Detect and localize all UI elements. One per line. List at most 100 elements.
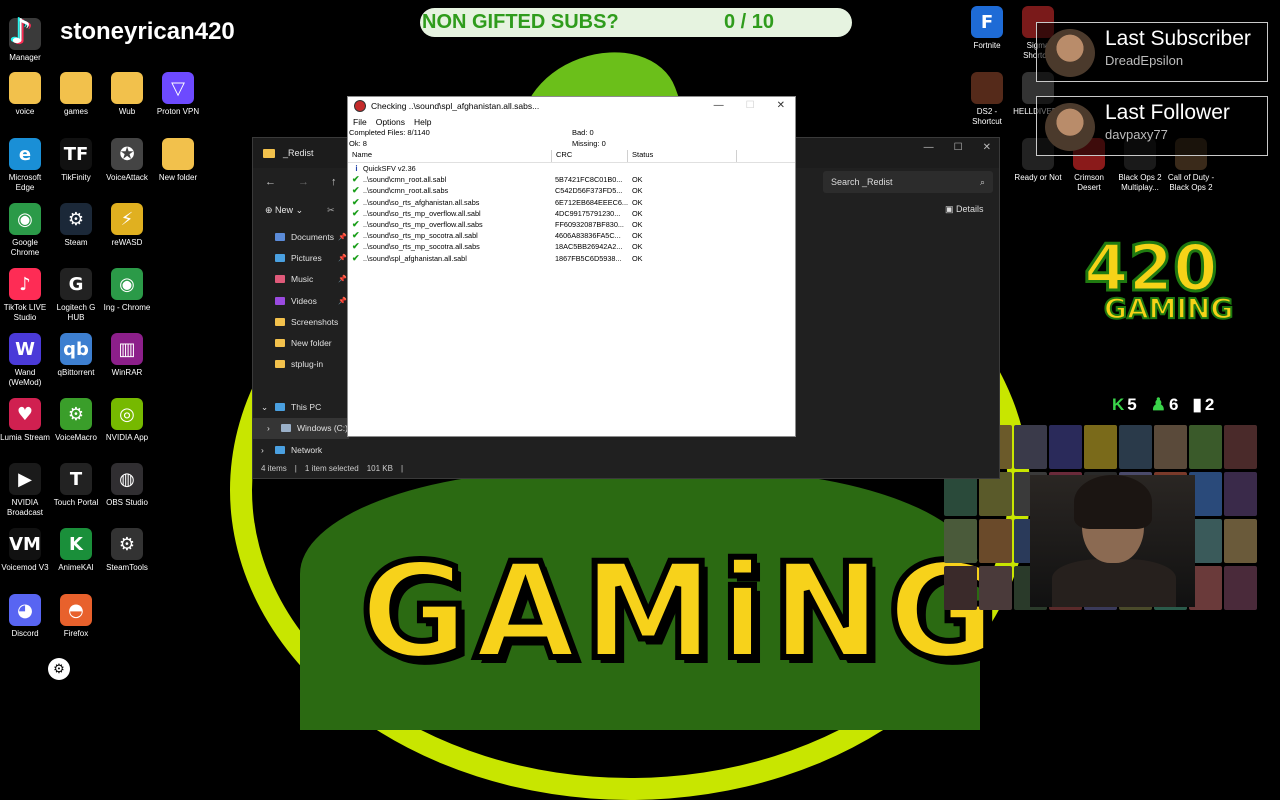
result-row[interactable]: ✔ ..\sound\so_rts_mp_socotra.all.sabl 4606… — [348, 230, 795, 241]
pin-icon: 📌 — [338, 276, 347, 284]
nav-item-videos[interactable]: Videos 📌 — [253, 290, 349, 311]
nav-item-music[interactable]: Music 📌 — [253, 269, 349, 290]
result-row[interactable]: ✔ ..\sound\so_rts_mp_overflow.all.sabl 4DC… — [348, 208, 795, 219]
shortcut-label: New folder — [158, 173, 198, 182]
up-icon[interactable]: ↑ — [331, 176, 337, 188]
desktop-right-shortcut[interactable]: DS2 - Shortcut — [962, 72, 1012, 127]
result-row[interactable]: ✔ ..\sound\so_rts_mp_overflow.all.sabs FF6… — [348, 219, 795, 230]
last-follower-name: davpaxy77 — [1105, 127, 1168, 142]
maximize-button[interactable]: ☐ — [954, 142, 963, 153]
chevron-icon[interactable]: › — [261, 445, 264, 455]
close-button[interactable]: ✕ — [983, 142, 991, 153]
desktop-left-shortcut[interactable]: ⚙ SteamTools — [102, 528, 152, 573]
desktop-left-shortcut[interactable]: ⚙ VoiceMacro — [51, 398, 101, 443]
status-bar: 4 items | 1 item selected 101 KB | — [261, 464, 403, 473]
steam-tray-icon[interactable]: ⚙ — [48, 658, 70, 680]
desktop-left-shortcut[interactable]: T Touch Portal — [51, 463, 101, 508]
desktop-left-shortcut[interactable]: games — [51, 72, 101, 117]
nav-item-windows-c[interactable]: › Windows (C:) — [253, 417, 349, 439]
rewasd-icon: ⚡ — [111, 203, 143, 235]
desktop-left-shortcut[interactable]: ♥ Lumia Stream — [0, 398, 50, 443]
result-row[interactable]: ✔ ..\sound\so_rts_afghanistan.all.sabs 6E7… — [348, 197, 795, 208]
back-icon[interactable]: ← — [265, 176, 276, 188]
desktop-left-shortcut[interactable]: ◍ OBS Studio — [102, 463, 152, 508]
check-icon: ✔ — [352, 252, 360, 263]
nav-item-this-pc[interactable]: ⌄ This PC — [253, 396, 349, 417]
nav-item-screenshots[interactable]: Screenshots — [253, 311, 349, 332]
result-row[interactable]: ✔ ..\sound\spl_afghanistan.all.sabl 1867FB… — [348, 253, 795, 264]
desktop-left-shortcut[interactable]: ⚡ reWASD — [102, 203, 152, 248]
crc-value: 6E712EB684EEEC6... — [555, 197, 628, 207]
shortcut-label: DS2 - Shortcut — [972, 107, 1002, 126]
column-crc[interactable]: CRC — [552, 150, 628, 162]
folder-icon — [9, 72, 41, 104]
details-button[interactable]: ▣ Details — [945, 204, 984, 215]
desktop-left-shortcut[interactable]: ▽ Proton VPN — [153, 72, 203, 117]
desktop-left-shortcut[interactable]: qb qBittorrent — [51, 333, 101, 378]
shortcut-label: VoiceAttack — [106, 173, 148, 182]
new-button[interactable]: ⊕ New ⌄ — [265, 205, 303, 216]
desktop-left-shortcut[interactable]: K AnimeKAI — [51, 528, 101, 573]
desktop-left-shortcut[interactable]: New folder — [153, 138, 203, 183]
folder-icon — [275, 317, 285, 326]
menu-options[interactable]: Options — [376, 117, 405, 127]
menu-help[interactable]: Help — [414, 117, 431, 127]
version-row[interactable]: i QuickSFV v2.36 — [348, 163, 795, 174]
shortcut-label: reWASD — [111, 238, 143, 247]
divider: | — [400, 464, 404, 473]
maximize-button[interactable]: ☐ — [746, 100, 755, 111]
desktop-left-shortcut[interactable]: voice — [0, 72, 50, 117]
pin-icon: 📌 — [338, 233, 347, 241]
file-name: ..\sound\spl_afghanistan.all.sabl — [363, 253, 467, 263]
network-icon — [275, 445, 285, 454]
desktop-left-shortcut[interactable]: ◎ NVIDIA App — [102, 398, 152, 443]
quicksfv-title: Checking ..\sound\spl_afghanistan.all.sa… — [371, 101, 540, 111]
crc-value: FF60932087BF830... — [555, 220, 624, 230]
column-name[interactable]: Name — [348, 150, 552, 162]
kills-stat: K5 — [1112, 395, 1137, 414]
search-icon: ⌕ — [979, 177, 985, 187]
desktop-left-shortcut[interactable]: ◉ Google Chrome — [0, 203, 50, 258]
result-row[interactable]: ✔ ..\sound\cmn_root.all.sabs C542D56F373FD… — [348, 185, 795, 196]
desktop-left-shortcut[interactable]: ▶ NVIDIA Broadcast — [0, 463, 50, 518]
result-row[interactable]: ✔ ..\sound\so_rts_mp_socotra.all.sabs 18AC… — [348, 241, 795, 252]
nav-item-stplug-in[interactable]: stplug-in — [253, 354, 349, 375]
desktop-left-shortcut[interactable]: ✪ VoiceAttack — [102, 138, 152, 183]
shortcut-label: Voicemod V3 — [1, 563, 49, 572]
nav-item-documents[interactable]: Documents 📌 — [253, 226, 349, 247]
shortcut-label: OBS Studio — [106, 498, 148, 507]
desktop-left-shortcut[interactable]: TF TikFinity — [51, 138, 101, 183]
nav-item-network[interactable]: › Network — [253, 439, 349, 460]
nav-item-label: This PC — [291, 402, 322, 413]
cut-icon[interactable]: ✂ — [327, 205, 335, 216]
nav-item-new-folder[interactable]: New folder — [253, 332, 349, 353]
desktop-left-shortcut[interactable]: ◓ Firefox — [51, 594, 101, 639]
desktop-left-shortcut[interactable]: ◉ Ing - Chrome — [102, 268, 152, 313]
column-status[interactable]: Status — [628, 150, 737, 162]
shortcut-label: Black Ops 2 Multiplay... — [1118, 173, 1162, 192]
desktop-right-shortcut[interactable]: F Fortnite — [962, 6, 1012, 51]
desktop-left-shortcut[interactable]: ◕ Discord — [0, 594, 50, 639]
documents-icon — [275, 232, 285, 241]
desktop-left-shortcut[interactable]: ▥ WinRAR — [102, 333, 152, 378]
search-input[interactable]: Search _Redist ⌕ — [823, 171, 993, 193]
chevron-icon[interactable]: ⌄ — [261, 402, 268, 413]
nav-item-pictures[interactable]: Pictures 📌 — [253, 247, 349, 268]
proton-vpn-icon: ▽ — [162, 72, 194, 104]
desktop-left-shortcut[interactable]: ♪ TikTok LIVE Studio — [0, 268, 50, 323]
result-row[interactable]: ✔ ..\sound\cmn_root.all.sabl 5B7421FC8C01B… — [348, 174, 795, 185]
desktop-left-shortcut[interactable]: G Logitech G HUB — [51, 268, 101, 323]
desktop-left-shortcut[interactable]: e Microsoft Edge — [0, 138, 50, 193]
chevron-icon[interactable]: › — [267, 423, 270, 433]
desktop-left-shortcut[interactable]: Wub — [102, 72, 152, 117]
minimize-button[interactable]: — — [924, 142, 934, 153]
close-button[interactable]: ✕ — [777, 100, 785, 111]
desktop-left-shortcut[interactable]: ⚙ Steam — [51, 203, 101, 248]
desktop-left-shortcut[interactable]: VM Voicemod V3 — [0, 528, 50, 573]
menu-file[interactable]: File — [353, 117, 367, 127]
forward-icon[interactable]: → — [298, 176, 309, 188]
desktop-left-shortcut[interactable]: W Wand (WeMod) — [0, 333, 50, 388]
edge-icon: e — [9, 138, 41, 170]
quicksfv-titlebar[interactable]: Checking ..\sound\spl_afghanistan.all.sa… — [348, 97, 795, 115]
minimize-button[interactable]: — — [714, 100, 724, 111]
